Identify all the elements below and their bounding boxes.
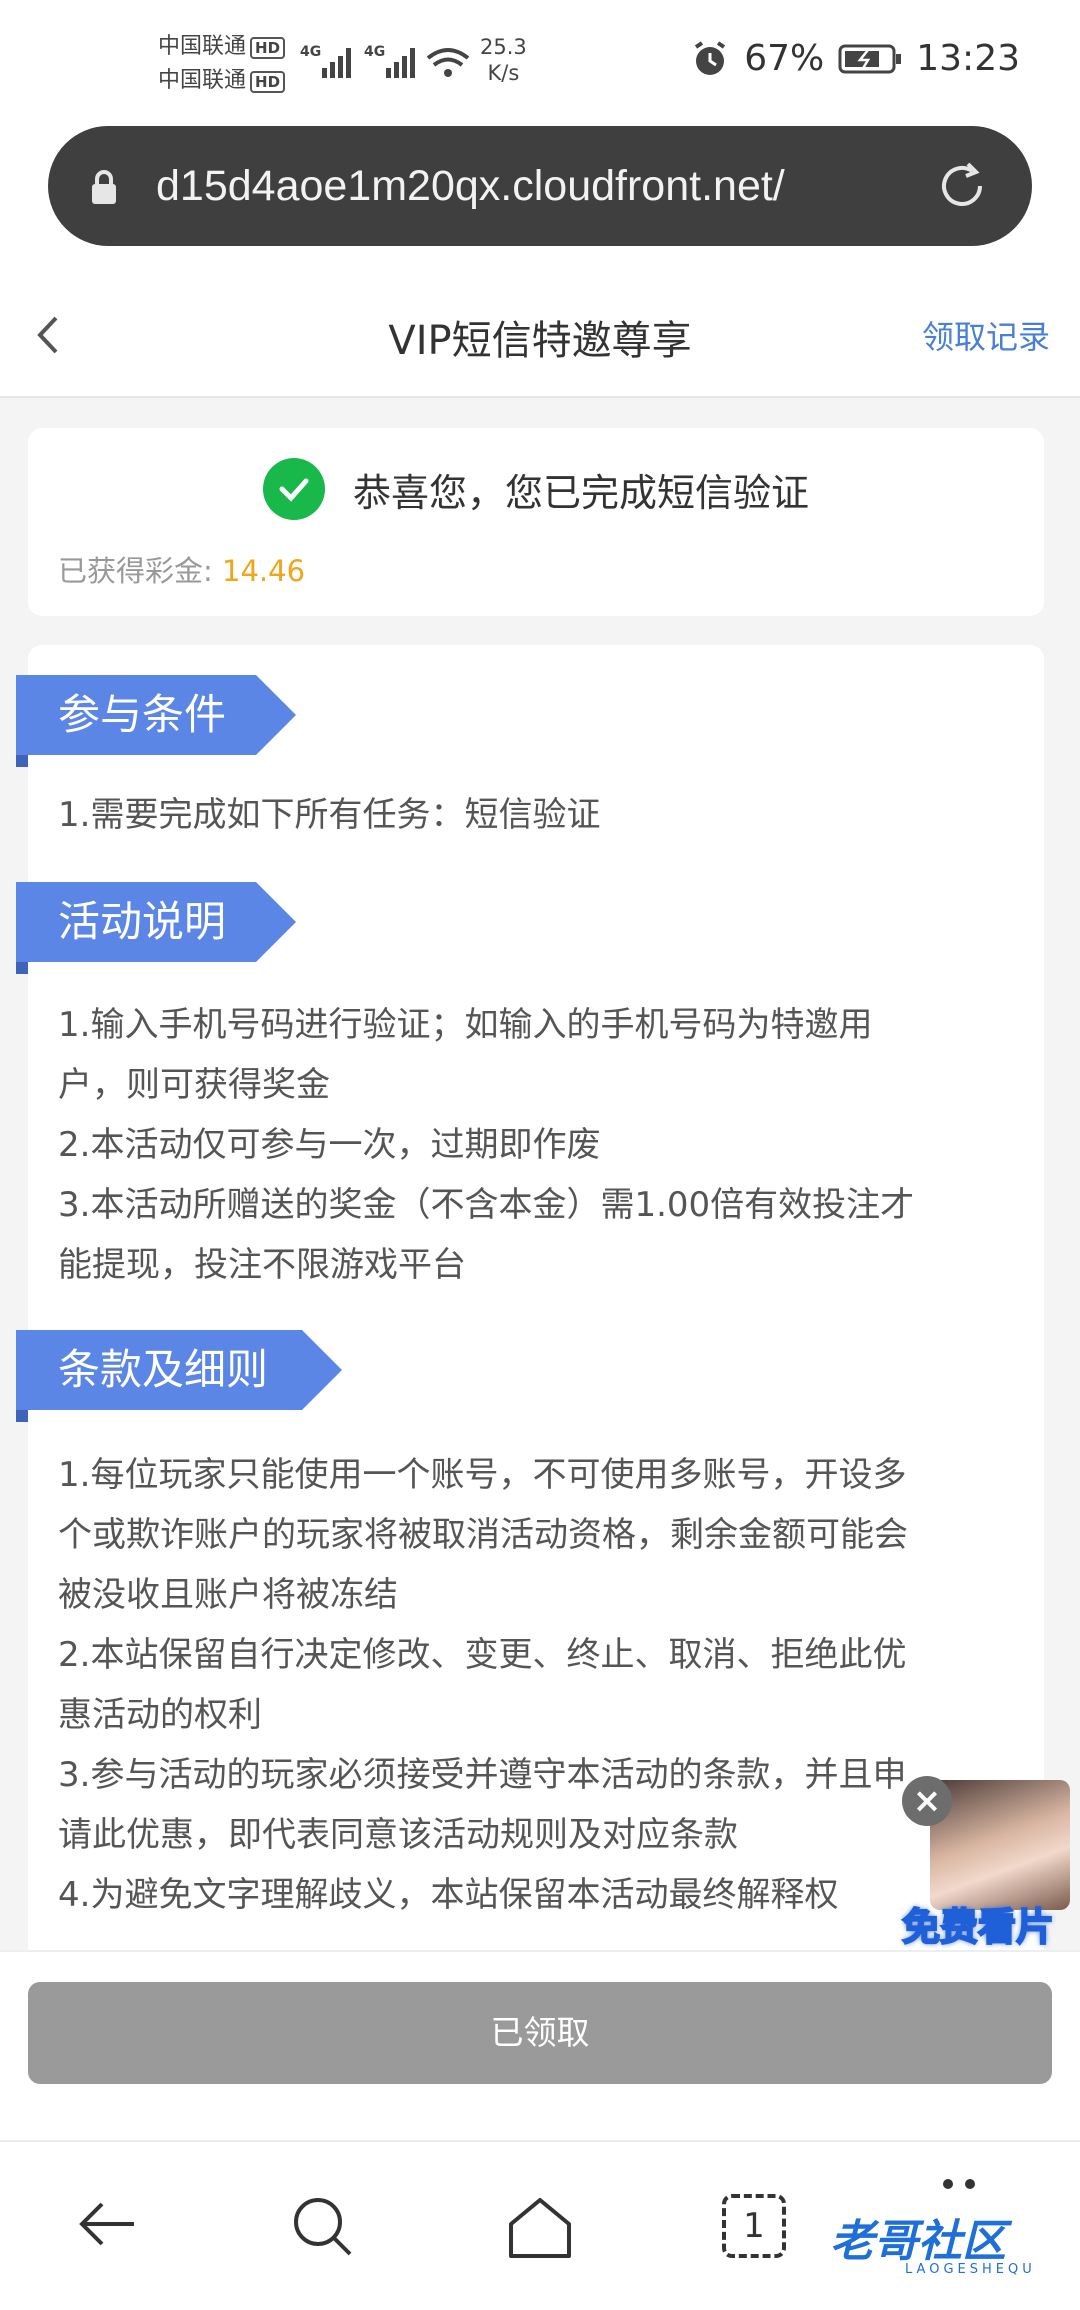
status-bar: 中国联通 HD 中国联通 HD 4G 4G 25.3 K/s 67% 13:23 <box>0 0 1080 120</box>
ad-close-button[interactable]: × <box>902 1776 952 1826</box>
signal-strength-icon: 4G 4G <box>300 44 470 78</box>
list-item: 能提现，投注不限游戏平台 <box>58 1245 466 1285</box>
section-title-terms: 条款及细则 <box>16 1330 342 1410</box>
back-icon[interactable] <box>74 2194 140 2254</box>
success-row: 恭喜您，您已完成短信验证 <box>28 458 1044 520</box>
success-card: 恭喜您，您已完成短信验证 已获得彩金: 14.46 <box>28 428 1044 616</box>
url-text[interactable]: d15d4aoe1m20qx.cloudfront.net/ <box>156 156 936 216</box>
list-item: 3.本活动所赠送的奖金（不含本金）需1.00倍有效投注才 <box>58 1185 915 1225</box>
conditions-text: 1.需要完成如下所有任务：短信验证 <box>58 785 1018 845</box>
list-item: 个或欺诈账户的玩家将被取消活动资格，剩余金额可能会 <box>58 1515 908 1555</box>
terms-text: 1.每位玩家只能使用一个账号，不可使用多账号，开设多 个或欺诈账户的玩家将被取消… <box>58 1445 1018 1925</box>
description-text: 1.输入手机号码进行验证；如输入的手机号码为特邀用 户，则可获得奖金 2.本活动… <box>58 995 1018 1295</box>
watermark-logo: 老哥社区 <box>830 2216 1006 2267</box>
page-header: VIP短信特邀尊享 领取记录 <box>0 270 1080 398</box>
battery-icon <box>838 44 902 73</box>
hd-badge: HD <box>250 37 286 59</box>
more-menu-icon[interactable] <box>940 2174 980 2198</box>
page-title: VIP短信特邀尊享 <box>388 318 692 364</box>
clock: 13:23 <box>916 38 1020 79</box>
lock-icon <box>92 170 116 204</box>
home-icon[interactable] <box>505 2194 575 2260</box>
list-item: 惠活动的权利 <box>58 1695 262 1735</box>
list-item: 1.输入手机号码进行验证；如输入的手机号码为特邀用 <box>58 1005 873 1045</box>
floating-ad[interactable]: × 免费看片 <box>890 1770 1080 1950</box>
bonus-value: 14.46 <box>222 554 306 588</box>
list-item: 2.本站保留自行决定修改、变更、终止、取消、拒绝此优 <box>58 1635 907 1675</box>
list-item: 4.为避免文字理解歧义，本站保留本活动最终解释权 <box>58 1875 839 1915</box>
carrier-info: 中国联通 HD 中国联通 HD <box>158 30 286 98</box>
list-item: 2.本活动仅可参与一次，过期即作废 <box>58 1125 601 1165</box>
list-item: 1.需要完成如下所有任务：短信验证 <box>58 795 601 835</box>
svg-text:4G: 4G <box>364 44 385 60</box>
claimed-button[interactable]: 已领取 <box>28 1982 1052 2084</box>
section-title-conditions: 参与条件 <box>16 675 296 755</box>
action-bar: 已领取 <box>0 1950 1080 2140</box>
signal-icons: 4G 4G <box>300 38 470 86</box>
alarm-icon <box>695 40 726 75</box>
check-circle-icon <box>262 458 325 520</box>
carrier-1: 中国联通 <box>158 34 247 59</box>
network-speed: 25.3 K/s <box>480 35 527 85</box>
address-bar[interactable]: d15d4aoe1m20qx.cloudfront.net/ <box>48 126 1032 246</box>
svg-text:4G: 4G <box>300 44 321 60</box>
bonus-label: 已获得彩金: <box>58 554 213 588</box>
section-title-description: 活动说明 <box>16 882 296 962</box>
rules-card: 参与条件 1.需要完成如下所有任务：短信验证 活动说明 1.输入手机号码进行验证… <box>16 645 1044 1950</box>
bonus-row: 已获得彩金: 14.46 <box>58 548 305 590</box>
tabs-button[interactable]: 1 <box>722 2194 786 2258</box>
ribbon-fold <box>16 962 28 974</box>
list-item: 1.每位玩家只能使用一个账号，不可使用多账号，开设多 <box>58 1455 907 1495</box>
watermark-subtext: LAOGESHEQU <box>905 2262 1036 2277</box>
list-item: 请此优惠，即代表同意该活动规则及对应条款 <box>58 1815 738 1855</box>
reload-icon[interactable] <box>932 156 992 216</box>
claim-records-link[interactable]: 领取记录 <box>922 312 1050 358</box>
carrier-2: 中国联通 <box>158 68 247 93</box>
status-right: 67% 13:23 <box>690 38 1020 79</box>
ad-label[interactable]: 免费看片 <box>901 1896 1055 1951</box>
ribbon-fold <box>16 1410 28 1422</box>
battery-percent: 67% <box>744 38 825 79</box>
list-item: 被没收且账户将被冻结 <box>58 1575 398 1615</box>
hd-badge: HD <box>250 71 286 93</box>
success-message: 恭喜您，您已完成短信验证 <box>352 470 809 515</box>
list-item: 3.参与活动的玩家必须接受并遵守本活动的条款，并且申 <box>58 1755 907 1795</box>
ribbon-fold <box>16 755 28 767</box>
list-item: 户，则可获得奖金 <box>58 1065 330 1105</box>
search-icon[interactable] <box>290 2194 356 2260</box>
